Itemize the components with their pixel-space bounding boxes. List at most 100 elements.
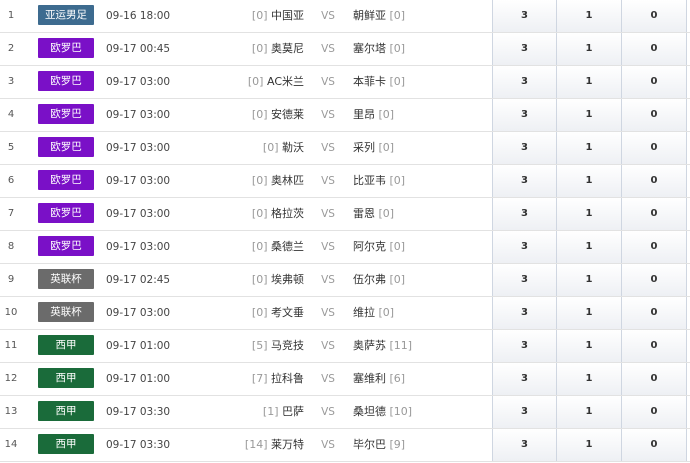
away-team: 朝鲜亚 [0] (353, 0, 493, 32)
odds-loss-button[interactable]: 0 (621, 264, 687, 296)
away-team: 伍尔弗 [0] (353, 264, 493, 296)
odds-loss-button[interactable]: 0 (621, 99, 687, 131)
away-team-name[interactable]: 维拉 (353, 306, 375, 319)
odds-loss-button[interactable]: 0 (621, 297, 687, 329)
league-badge[interactable]: 欧罗巴 (38, 38, 94, 58)
home-team-name[interactable]: 奥林匹 (271, 174, 304, 187)
vs-label: VS (321, 175, 335, 187)
odds-draw-button[interactable]: 1 (556, 66, 621, 98)
odds-loss-button[interactable]: 0 (621, 330, 687, 362)
league-badge[interactable]: 欧罗巴 (38, 137, 94, 157)
odds-win-button[interactable]: 3 (492, 297, 556, 329)
odds-loss-button[interactable]: 0 (621, 396, 687, 428)
odds-win-button[interactable]: 3 (492, 165, 556, 197)
away-rank: [0] (378, 108, 395, 121)
away-team-name[interactable]: 塞维利 (353, 372, 386, 385)
league-badge[interactable]: 亚运男足 (38, 5, 94, 25)
odds-draw-button[interactable]: 1 (556, 0, 621, 32)
odds-draw-button[interactable]: 1 (556, 165, 621, 197)
odds-draw-button[interactable]: 1 (556, 297, 621, 329)
row-index: 11 (4, 340, 18, 351)
odds-draw-button[interactable]: 1 (556, 264, 621, 296)
match-time: 09-17 03:30 (106, 406, 171, 418)
league-badge[interactable]: 英联杯 (38, 302, 94, 322)
odds-loss-button[interactable]: 0 (621, 132, 687, 164)
match-table: 1 亚运男足 09-16 18:00 [0] 中国亚 VS 朝鲜亚 [0] 3 1 0 2 欧罗巴 0… (0, 0, 690, 463)
league-badge[interactable]: 西甲 (38, 434, 94, 454)
odds-draw-button[interactable]: 1 (556, 330, 621, 362)
odds-win-button[interactable]: 3 (492, 99, 556, 131)
home-team-name[interactable]: 马竞技 (271, 339, 304, 352)
odds-win-button[interactable]: 3 (492, 198, 556, 230)
away-team-name[interactable]: 朝鲜亚 (353, 9, 386, 22)
away-team-name[interactable]: 本菲卡 (353, 75, 386, 88)
home-team-name[interactable]: 格拉茨 (271, 207, 304, 220)
odds-win-button[interactable]: 3 (492, 330, 556, 362)
odds-win-button[interactable]: 3 (492, 231, 556, 263)
odds-draw-button[interactable]: 1 (556, 429, 621, 461)
league-badge[interactable]: 欧罗巴 (38, 170, 94, 190)
match-time: 09-16 18:00 (106, 10, 171, 22)
home-team-name[interactable]: 桑德兰 (271, 240, 304, 253)
home-team-name[interactable]: 安德莱 (271, 108, 304, 121)
away-team-name[interactable]: 里昂 (353, 108, 375, 121)
odds-draw-button[interactable]: 1 (556, 132, 621, 164)
away-team: 本菲卡 [0] (353, 66, 493, 98)
away-team-name[interactable]: 塞尔塔 (353, 42, 386, 55)
odds-draw-button[interactable]: 1 (556, 198, 621, 230)
home-team-name[interactable]: 埃弗顿 (271, 273, 304, 286)
odds-loss-button[interactable]: 0 (621, 0, 687, 32)
row-index: 14 (4, 439, 18, 450)
odds-win-button[interactable]: 3 (492, 396, 556, 428)
odds-loss-button[interactable]: 0 (621, 429, 687, 461)
home-team-name[interactable]: 巴萨 (282, 405, 304, 418)
away-team-name[interactable]: 雷恩 (353, 207, 375, 220)
odds-win-button[interactable]: 3 (492, 66, 556, 98)
odds-loss-button[interactable]: 0 (621, 198, 687, 230)
home-rank: [0] (247, 75, 264, 88)
odds-win-button[interactable]: 3 (492, 0, 556, 32)
odds-win-button[interactable]: 3 (492, 132, 556, 164)
home-team-name[interactable]: 奥莫尼 (271, 42, 304, 55)
odds-win-button[interactable]: 3 (492, 363, 556, 395)
league-badge[interactable]: 欧罗巴 (38, 104, 94, 124)
odds-win-button[interactable]: 3 (492, 33, 556, 65)
home-team-name[interactable]: 勒沃 (282, 141, 304, 154)
odds-draw-button[interactable]: 1 (556, 396, 621, 428)
league-badge[interactable]: 欧罗巴 (38, 203, 94, 223)
away-team-name[interactable]: 伍尔弗 (353, 273, 386, 286)
odds-draw-button[interactable]: 1 (556, 231, 621, 263)
odds-loss-button[interactable]: 0 (621, 231, 687, 263)
away-team-name[interactable]: 阿尔克 (353, 240, 386, 253)
odds-loss-button[interactable]: 0 (621, 33, 687, 65)
home-team-name[interactable]: 考文垂 (271, 306, 304, 319)
home-team-name[interactable]: 莱万特 (271, 438, 304, 451)
match-time: 09-17 00:45 (106, 43, 171, 55)
odds-loss-button[interactable]: 0 (621, 363, 687, 395)
away-team-name[interactable]: 采列 (353, 141, 375, 154)
odds-draw-button[interactable]: 1 (556, 33, 621, 65)
odds-draw-button[interactable]: 1 (556, 99, 621, 131)
odds-loss-button[interactable]: 0 (621, 165, 687, 197)
league-badge[interactable]: 西甲 (38, 335, 94, 355)
row-index: 1 (7, 10, 15, 21)
away-team: 维拉 [0] (353, 297, 493, 329)
away-team-name[interactable]: 毕尔巴 (353, 438, 386, 451)
home-team-name[interactable]: AC米兰 (267, 75, 304, 88)
odds-draw-button[interactable]: 1 (556, 363, 621, 395)
league-badge[interactable]: 西甲 (38, 401, 94, 421)
away-rank: [0] (389, 273, 406, 286)
away-team-name[interactable]: 比亚韦 (353, 174, 386, 187)
league-badge[interactable]: 欧罗巴 (38, 71, 94, 91)
odds-loss-button[interactable]: 0 (621, 66, 687, 98)
odds-win-button[interactable]: 3 (492, 429, 556, 461)
away-team-name[interactable]: 桑坦德 (353, 405, 386, 418)
away-team-name[interactable]: 奥萨苏 (353, 339, 386, 352)
league-badge[interactable]: 西甲 (38, 368, 94, 388)
home-team-name[interactable]: 拉科鲁 (271, 372, 304, 385)
league-badge[interactable]: 欧罗巴 (38, 236, 94, 256)
league-badge[interactable]: 英联杯 (38, 269, 94, 289)
home-team-name[interactable]: 中国亚 (271, 9, 304, 22)
vs-label: VS (321, 241, 335, 253)
odds-win-button[interactable]: 3 (492, 264, 556, 296)
